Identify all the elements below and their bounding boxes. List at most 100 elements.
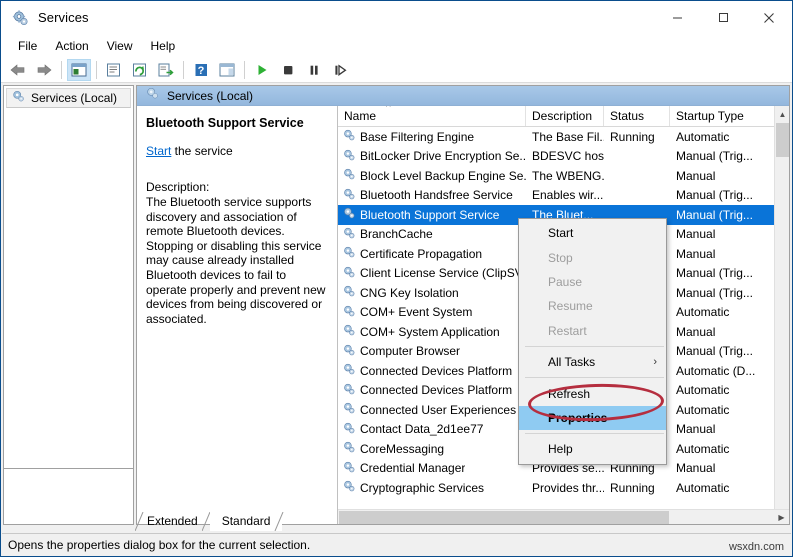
service-gear-icon <box>342 460 360 477</box>
service-gear-icon <box>342 226 360 243</box>
cell-startup-type: Manual (Trig... <box>676 207 753 222</box>
help-icon[interactable]: ? <box>189 59 213 81</box>
column-header-description[interactable]: Description <box>526 106 604 126</box>
service-name-text: Client License Service (ClipSV <box>360 266 523 281</box>
list-vertical-scrollbar[interactable]: ▲ ▼ <box>774 106 789 524</box>
tab-standard[interactable]: Standard <box>209 512 284 531</box>
detail-action-suffix: the service <box>171 144 233 158</box>
context-menu-separator <box>525 377 664 379</box>
service-gear-icon <box>342 167 360 184</box>
cell-startup-type: Manual <box>676 422 716 437</box>
service-name-text: Connected User Experiences <box>360 402 517 417</box>
refresh-icon[interactable] <box>128 59 152 81</box>
pause-service-icon[interactable] <box>302 59 326 81</box>
scroll-right-arrow-icon[interactable]: ▶ <box>774 510 789 524</box>
window-controls <box>654 1 792 35</box>
service-gear-icon <box>342 128 360 145</box>
service-gear-icon <box>342 323 360 340</box>
services-window: Services File Action View Help ? Service… <box>0 0 793 557</box>
table-row[interactable]: Bluetooth Handsfree Service Enables wir..… <box>338 186 789 206</box>
cell-description: The Base Fil... <box>532 129 604 144</box>
service-name-text: Bluetooth Support Service <box>360 207 500 222</box>
service-gear-icon <box>342 382 360 399</box>
tree-node-services-local[interactable]: Services (Local) <box>6 88 131 108</box>
svg-text:?: ? <box>197 65 204 77</box>
cell-startup-type: Manual <box>676 246 716 261</box>
close-button[interactable] <box>746 1 792 35</box>
forward-icon[interactable] <box>32 59 56 81</box>
show-hide-action-pane-icon[interactable] <box>215 59 239 81</box>
service-gear-icon <box>342 245 360 262</box>
column-header-name[interactable]: Name ^ <box>338 106 526 126</box>
scroll-up-arrow-icon[interactable]: ▲ <box>775 106 789 122</box>
context-menu-item-all-tasks[interactable]: All Tasks › <box>519 350 666 374</box>
view-tabs: Extended Standard <box>135 511 284 531</box>
table-row[interactable]: Cryptographic Services Provides thr... Run… <box>338 478 789 498</box>
context-menu-item-properties[interactable]: Properties <box>519 405 666 431</box>
menu-action[interactable]: Action <box>46 37 97 55</box>
context-menu-item-label: All Tasks <box>548 355 596 370</box>
context-menu-item-label: Properties <box>548 410 608 425</box>
toolbar-separator <box>61 60 62 79</box>
cell-startup-type: Manual <box>676 168 716 183</box>
service-name-text: COM+ System Application <box>360 324 500 339</box>
cell-startup-type: Manual (Trig... <box>676 188 753 203</box>
stop-service-icon[interactable] <box>276 59 300 81</box>
context-menu-item-resume: Resume <box>519 294 666 318</box>
properties-icon[interactable] <box>102 59 126 81</box>
menu-file[interactable]: File <box>9 37 46 55</box>
cell-service-name: Certificate Propagation <box>338 245 526 262</box>
service-gear-icon <box>342 440 360 457</box>
cell-startup-type: Manual (Trig... <box>676 285 753 300</box>
show-hide-console-tree-icon[interactable] <box>67 58 91 81</box>
tab-extended[interactable]: Extended <box>135 512 211 531</box>
table-row[interactable]: Block Level Backup Engine Se... The WBENG… <box>338 166 789 186</box>
service-gear-icon <box>342 362 360 379</box>
service-name-text: BranchCache <box>360 227 433 242</box>
service-name-text: Cryptographic Services <box>360 480 485 495</box>
column-header-name-label: Name <box>344 109 377 123</box>
list-column-headers: Name ^ Description Status Startup Type <box>338 106 789 127</box>
cell-service-name: CoreMessaging <box>338 440 526 457</box>
detail-description-text: The Bluetooth service supports discovery… <box>146 195 326 326</box>
cell-service-name: Client License Service (ClipSV <box>338 265 526 282</box>
table-row[interactable]: BitLocker Drive Encryption Se... BDESVC h… <box>338 147 789 167</box>
export-list-icon[interactable] <box>154 59 178 81</box>
cell-service-name: Cryptographic Services <box>338 479 526 496</box>
service-gear-icon <box>342 187 360 204</box>
context-menu-item-refresh[interactable]: Refresh <box>519 381 666 405</box>
vertical-scroll-thumb[interactable] <box>776 123 789 157</box>
horizontal-scroll-thumb[interactable] <box>339 511 669 524</box>
service-name-text: Credential Manager <box>360 461 466 476</box>
cell-service-name: BitLocker Drive Encryption Se... <box>338 148 526 165</box>
service-gear-icon <box>342 304 360 321</box>
cell-service-name: Connected Devices Platform <box>338 362 526 379</box>
cell-description: Provides thr... <box>532 480 604 495</box>
context-menu-item-start[interactable]: Start <box>519 221 666 245</box>
minimize-button[interactable] <box>654 1 700 35</box>
tab-extended-label: Extended <box>147 514 198 528</box>
maximize-button[interactable] <box>700 1 746 35</box>
context-menu-item-label: Resume <box>548 299 593 314</box>
context-menu-item-label: Restart <box>548 323 587 338</box>
back-icon[interactable] <box>6 59 30 81</box>
column-header-startup-type[interactable]: Startup Type <box>670 106 757 126</box>
table-row[interactable]: Base Filtering Engine The Base Fil... Runn… <box>338 127 789 147</box>
toolbar: ? <box>1 57 792 83</box>
cell-description: Enables wir... <box>532 188 604 203</box>
context-menu-separator <box>525 345 664 347</box>
service-name-text: Certificate Propagation <box>360 246 483 261</box>
restart-service-icon[interactable] <box>328 59 352 81</box>
start-service-link[interactable]: Start <box>146 144 171 158</box>
context-menu-item-help[interactable]: Help <box>519 437 666 461</box>
watermark: wsxdn.com <box>728 541 784 553</box>
cell-startup-type: Automatic <box>676 441 730 456</box>
service-name-text: Connected Devices Platform <box>360 363 513 378</box>
start-service-icon[interactable] <box>250 59 274 81</box>
menu-view[interactable]: View <box>98 37 142 55</box>
service-detail-panel: Bluetooth Support Service Start the serv… <box>137 106 338 524</box>
cell-startup-type: Automatic <box>676 129 730 144</box>
list-horizontal-scrollbar[interactable]: ▶ <box>338 509 789 524</box>
column-header-status[interactable]: Status <box>604 106 670 126</box>
menu-help[interactable]: Help <box>142 37 185 55</box>
